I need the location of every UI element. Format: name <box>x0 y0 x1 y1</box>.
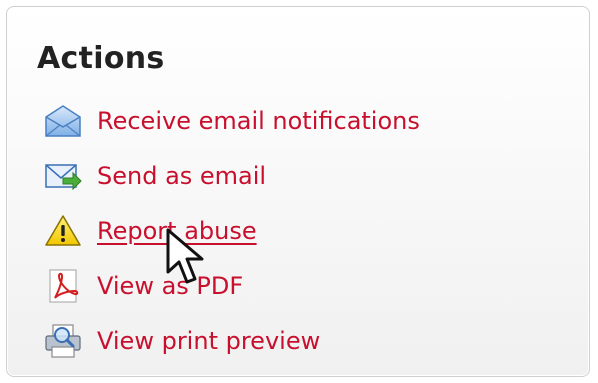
action-label: View print preview <box>97 327 321 355</box>
action-label: Send as email <box>97 162 267 190</box>
action-label: Receive email notifications <box>97 107 420 135</box>
view-as-pdf-link[interactable]: View as PDF <box>43 266 243 306</box>
action-label: Report abuse <box>97 217 257 245</box>
warning-icon <box>43 213 83 249</box>
pdf-icon <box>43 268 83 304</box>
email-send-icon <box>43 158 83 194</box>
report-abuse-link[interactable]: Report abuse <box>43 211 257 251</box>
print-preview-icon <box>43 323 83 359</box>
view-print-preview-link[interactable]: View print preview <box>43 321 320 361</box>
receive-email-notifications-link[interactable]: Receive email notifications <box>43 101 420 141</box>
envelope-icon <box>43 103 83 139</box>
panel-title: Actions <box>37 41 165 76</box>
send-as-email-link[interactable]: Send as email <box>43 156 266 196</box>
actions-panel: Actions Receive email notifications Send… <box>6 6 590 377</box>
action-label: View as PDF <box>97 272 244 300</box>
